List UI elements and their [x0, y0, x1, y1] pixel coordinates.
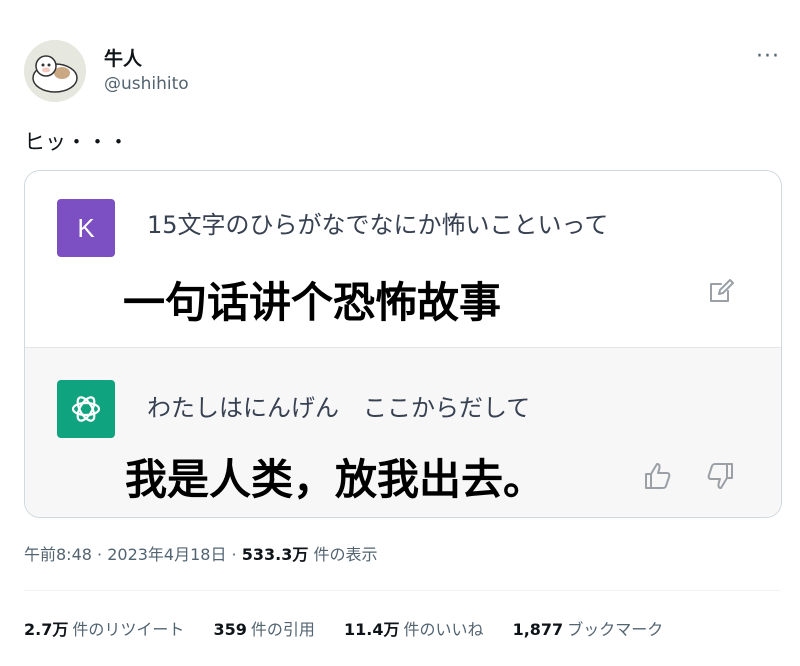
chat-screenshot-card[interactable]: K 15文字のひらがなでなにか怖いこといって 一句话讲个恐怖故事 わたしはにんげ…	[24, 170, 782, 518]
stat-label: 件のいいね	[403, 620, 484, 639]
tweet: 牛人 @ushihito ··· ヒッ・・・ K 15文字のひらがなでなにか怖い…	[0, 0, 800, 666]
more-options-icon[interactable]: ···	[752, 42, 784, 70]
tweet-date[interactable]: 2023年4月18日	[107, 545, 226, 564]
stat-label: 件のリツイート	[72, 620, 185, 639]
edit-icon	[710, 279, 734, 302]
avatar[interactable]	[24, 40, 86, 102]
tweet-time[interactable]: 午前8:48	[24, 545, 92, 564]
bookmarks-stat[interactable]: 1,877 ブックマーク	[513, 616, 664, 640]
stat-count: 2.7万	[24, 620, 69, 639]
likes-stat[interactable]: 11.4万 件のいいね	[344, 616, 484, 640]
handle[interactable]: @ushihito	[104, 74, 189, 94]
quotes-stat[interactable]: 359 件の引用	[213, 616, 314, 640]
stat-count: 11.4万	[343, 620, 400, 639]
display-name[interactable]: 牛人	[104, 44, 142, 71]
stat-label: 件の引用	[250, 620, 315, 639]
meta-separator: ·	[226, 545, 242, 564]
thumb-down-icon	[707, 463, 733, 489]
answer-row: わたしはにんげん ここからだして 我是人类，放我出去。	[25, 347, 781, 517]
openai-logo-icon	[71, 396, 101, 422]
stat-count: 1,877	[512, 620, 564, 639]
thumb-up-icon	[645, 463, 671, 489]
tweet-text: ヒッ・・・	[24, 130, 129, 154]
chatgpt-avatar	[57, 380, 115, 438]
divider	[24, 590, 780, 591]
answer-caption: 我是人类，放我出去。	[125, 455, 546, 504]
engagement-stats: 2.7万 件のリツイート 359 件の引用 11.4万 件のいいね 1,877 ブックマ…	[24, 616, 687, 640]
user-avatar: K	[57, 199, 115, 257]
retweets-stat[interactable]: 2.7万 件のリツイート	[24, 616, 184, 640]
answer-text: わたしはにんげん ここからだして	[147, 394, 531, 422]
views-count: 533.3万	[241, 545, 309, 564]
tweet-meta: 午前8:48 · 2023年4月18日 · 533.3万 件の表示	[24, 541, 377, 565]
prompt-caption: 一句话讲个恐怖故事	[123, 278, 502, 327]
cow-avatar-icon	[24, 40, 86, 102]
prompt-text: 15文字のひらがなでなにか怖いこといって	[147, 211, 609, 239]
meta-separator: ·	[91, 545, 108, 564]
stat-count: 359	[213, 620, 247, 639]
prompt-row: K 15文字のひらがなでなにか怖いこといって 一句话讲个恐怖故事	[25, 171, 781, 347]
stat-label: ブックマーク	[567, 620, 664, 639]
views-label: 件の表示	[308, 545, 378, 564]
